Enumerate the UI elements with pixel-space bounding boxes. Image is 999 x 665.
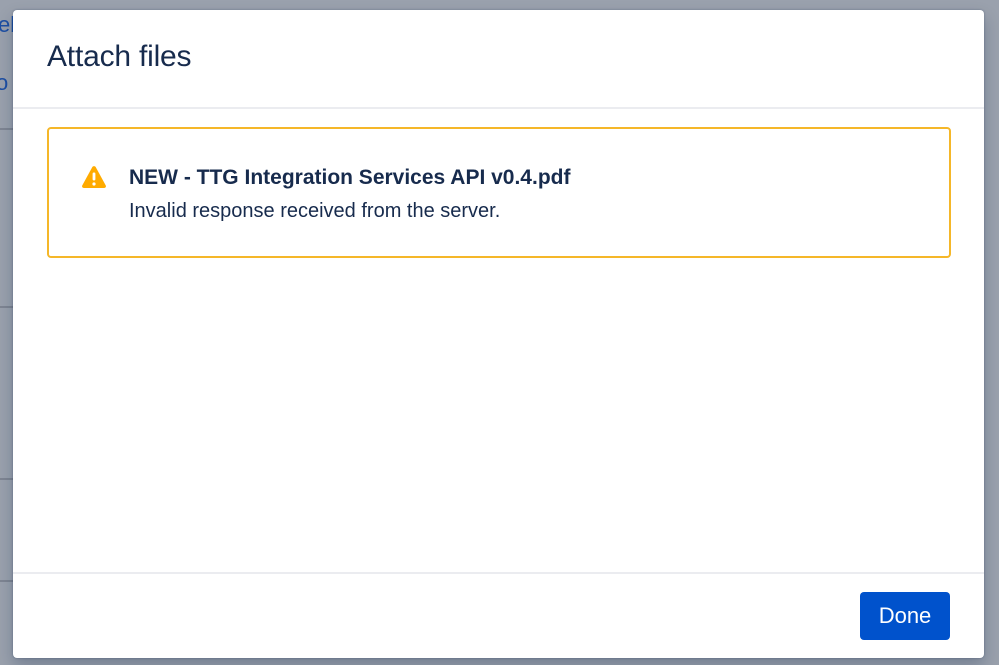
upload-warning-panel: NEW - TTG Integration Services API v0.4.… (47, 127, 951, 258)
warning-triangle-icon (81, 165, 107, 189)
background-link-fragment: o (0, 70, 9, 95)
background-divider (0, 478, 14, 480)
background-divider (0, 580, 14, 582)
done-button[interactable]: Done (860, 592, 950, 640)
background-divider (0, 128, 14, 130)
dialog-header: Attach files (13, 10, 984, 109)
dialog-title: Attach files (47, 40, 192, 73)
dialog-body: NEW - TTG Integration Services API v0.4.… (13, 109, 984, 572)
warning-message: Invalid response received from the serve… (129, 200, 501, 222)
dialog-footer: Done (13, 572, 984, 658)
warning-filename: NEW - TTG Integration Services API v0.4.… (129, 166, 571, 189)
attach-files-dialog: Attach files NEW - TTG Integration Servi… (13, 10, 984, 658)
background-divider (0, 306, 14, 308)
